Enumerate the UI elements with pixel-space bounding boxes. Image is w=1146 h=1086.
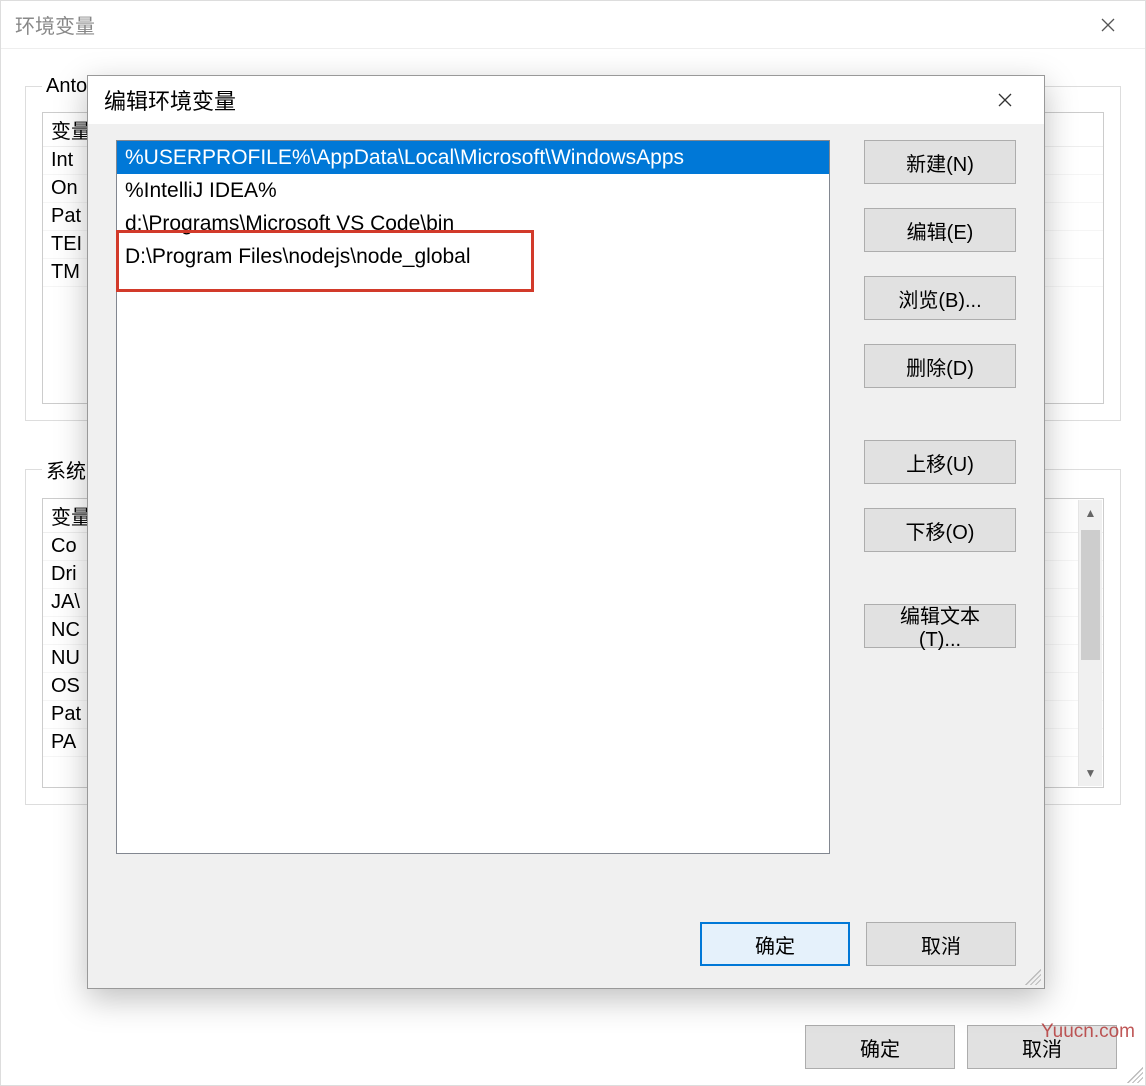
- system-vars-scrollbar[interactable]: ▲ ▼: [1078, 500, 1102, 786]
- outer-ok-button[interactable]: 确定: [805, 1025, 955, 1069]
- modal-body: %USERPROFILE%\AppData\Local\Microsoft\Wi…: [88, 124, 1044, 988]
- outer-window-title: 环境变量: [15, 10, 1085, 39]
- modal-ok-button[interactable]: 确定: [700, 922, 850, 966]
- path-item[interactable]: d:\Programs\Microsoft VS Code\bin: [117, 207, 829, 240]
- edit-env-var-dialog: 编辑环境变量 %USERPROFILE%\AppData\Local\Micro…: [87, 75, 1045, 989]
- close-icon: [998, 93, 1012, 107]
- browse-button[interactable]: 浏览(B)...: [864, 276, 1016, 320]
- move-up-button[interactable]: 上移(U): [864, 440, 1016, 484]
- modal-resize-grip[interactable]: [1025, 969, 1041, 985]
- modal-titlebar: 编辑环境变量: [88, 76, 1044, 124]
- outer-resize-grip[interactable]: [1127, 1067, 1143, 1083]
- move-down-button[interactable]: 下移(O): [864, 508, 1016, 552]
- path-item[interactable]: %USERPROFILE%\AppData\Local\Microsoft\Wi…: [117, 141, 829, 174]
- edit-text-button[interactable]: 编辑文本(T)...: [864, 604, 1016, 648]
- path-item[interactable]: %IntelliJ IDEA%: [117, 174, 829, 207]
- scroll-up-icon[interactable]: ▲: [1079, 500, 1102, 526]
- side-buttons: 新建(N) 编辑(E) 浏览(B)... 删除(D) 上移(U) 下移(O) 编…: [864, 140, 1016, 672]
- path-item[interactable]: D:\Program Files\nodejs\node_global: [117, 240, 829, 273]
- edit-button[interactable]: 编辑(E): [864, 208, 1016, 252]
- modal-title: 编辑环境变量: [104, 84, 982, 116]
- modal-cancel-button[interactable]: 取消: [866, 922, 1016, 966]
- scroll-thumb[interactable]: [1081, 530, 1100, 660]
- env-vars-window: 环境变量 Anto 变量 IntOnPatTEITM 系统变 变量 CoDriJ…: [0, 0, 1146, 1086]
- user-vars-legend: Anto: [42, 75, 91, 98]
- outer-close-button[interactable]: [1085, 2, 1131, 48]
- outer-titlebar: 环境变量: [1, 1, 1145, 49]
- scroll-down-icon[interactable]: ▼: [1079, 760, 1102, 786]
- modal-close-button[interactable]: [982, 77, 1028, 123]
- path-list[interactable]: %USERPROFILE%\AppData\Local\Microsoft\Wi…: [116, 140, 830, 854]
- delete-button[interactable]: 删除(D): [864, 344, 1016, 388]
- new-button[interactable]: 新建(N): [864, 140, 1016, 184]
- watermark: Yuucn.com: [1041, 1021, 1135, 1043]
- close-icon: [1101, 18, 1115, 32]
- modal-footer: 确定 取消: [700, 922, 1016, 966]
